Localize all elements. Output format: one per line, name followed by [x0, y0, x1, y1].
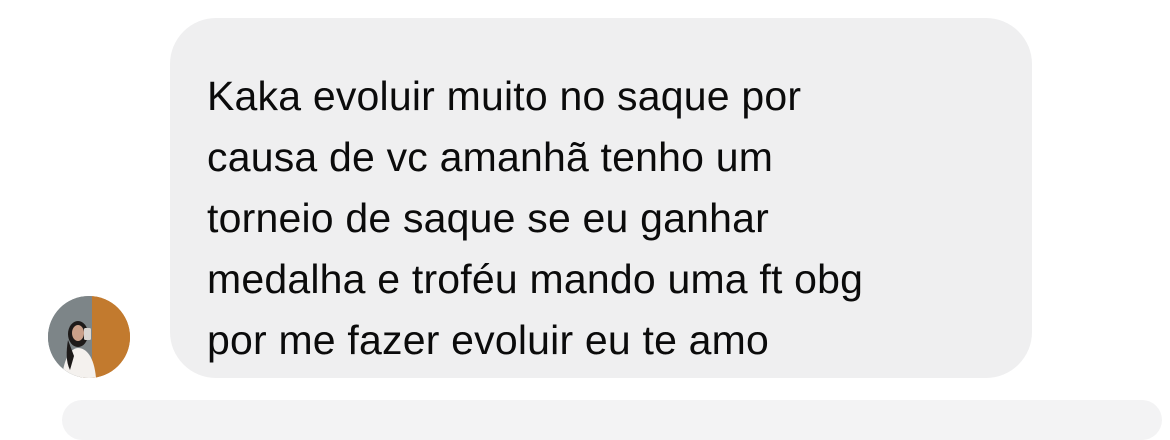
next-message-bubble-edge: [62, 400, 1162, 440]
message-row-incoming: Kaka evoluir muito no saque por causa de…: [0, 0, 1170, 408]
avatar-photo-icon: [48, 296, 130, 378]
message-text: Kaka evoluir muito no saque por causa de…: [207, 73, 864, 363]
sender-avatar[interactable]: [48, 296, 130, 378]
message-thread: Kaka evoluir muito no saque por causa de…: [0, 0, 1170, 440]
message-bubble[interactable]: Kaka evoluir muito no saque por causa de…: [170, 18, 1032, 378]
